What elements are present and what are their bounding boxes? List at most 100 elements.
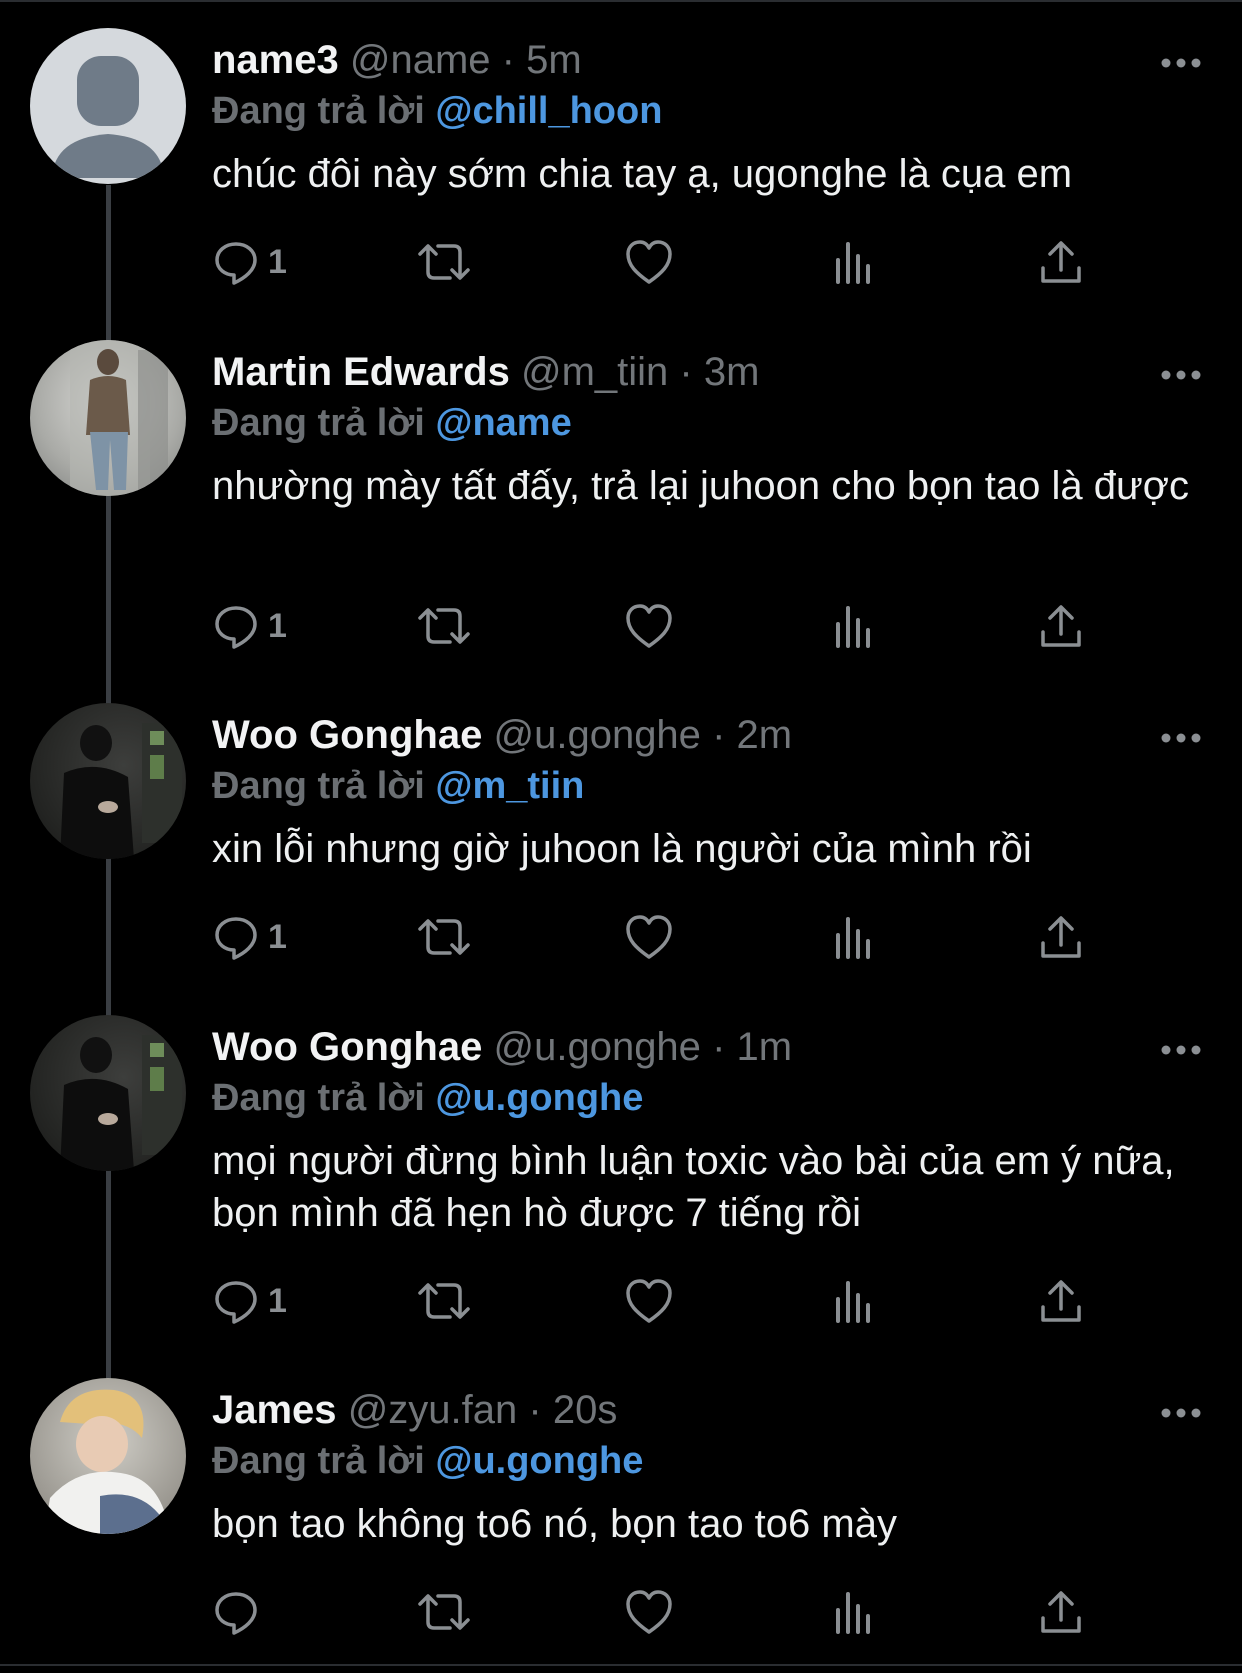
share-icon [1041,605,1081,647]
share-icon [1041,241,1081,283]
author-name[interactable]: Woo Gonghae [212,1025,482,1069]
action-bar: 1 [212,234,1112,294]
retweet-button[interactable] [416,1273,472,1329]
replying-to-label: Đang trả lời [212,1077,425,1119]
reply-button[interactable]: 1 [212,598,287,654]
more-options-icon[interactable] [1160,1406,1202,1420]
views-icon [836,606,870,648]
avatar[interactable] [30,703,186,859]
timestamp[interactable]: 20s [553,1388,618,1432]
share-button[interactable] [1038,909,1084,965]
separator-dot: · [712,713,726,757]
mention-link[interactable]: @name [435,402,571,444]
avatar[interactable] [30,340,186,496]
like-button[interactable] [624,1584,674,1640]
retweet-icon [418,919,470,955]
more-options-icon[interactable] [1160,56,1202,70]
more-options-icon[interactable] [1160,368,1202,382]
timestamp[interactable]: 2m [737,713,793,757]
author-name[interactable]: Woo Gonghae [212,713,482,757]
more-options-icon[interactable] [1160,731,1202,745]
mention-link[interactable]: @u.gonghe [435,1440,643,1482]
reply-button[interactable]: 1 [212,234,287,290]
reply-count: 1 [268,1281,287,1320]
reply-count: 1 [268,242,287,281]
action-bar [212,1584,1112,1644]
reply-button[interactable]: 1 [212,909,287,965]
views-icon [836,1592,870,1634]
reply-count: 1 [268,917,287,956]
mention-link[interactable]: @chill_hoon [435,90,662,132]
heart-icon [626,240,672,284]
retweet-button[interactable] [416,598,472,654]
reply-icon [215,242,257,285]
views-button[interactable] [834,234,876,290]
replying-to-label: Đang trả lời [212,765,425,807]
retweet-icon [418,608,470,644]
retweet-button[interactable] [416,1584,472,1640]
share-button[interactable] [1038,1584,1084,1640]
separator-dot: · [679,350,693,394]
mention-link[interactable]: @u.gonghe [435,1077,643,1119]
default-avatar-icon[interactable] [30,28,186,184]
tweet-text: bọn tao không to6 nó, bọn tao to6 mày [212,1502,897,1546]
heart-icon [626,1279,672,1323]
reply-button[interactable] [212,1584,268,1640]
timestamp[interactable]: 3m [704,350,760,394]
reply-button[interactable]: 1 [212,1273,287,1329]
retweet-icon [418,1594,470,1630]
reply-icon [215,606,257,649]
views-button[interactable] [834,598,876,654]
like-button[interactable] [624,598,674,654]
author-handle[interactable]: @u.gonghe [493,713,700,757]
separator-dot: · [501,38,515,82]
retweet-button[interactable] [416,909,472,965]
timestamp[interactable]: 1m [737,1025,793,1069]
heart-icon [626,604,672,648]
author-handle[interactable]: @name [350,38,491,82]
views-button[interactable] [834,909,876,965]
author-name[interactable]: James [212,1388,337,1432]
author-handle[interactable]: @m_tiin [521,350,668,394]
tweet-text: nhường mày tất đấy, trả lại juhoon cho b… [212,464,1189,508]
share-button[interactable] [1038,598,1084,654]
author-handle[interactable]: @zyu.fan [348,1388,518,1432]
like-button[interactable] [624,1273,674,1329]
share-icon [1041,916,1081,958]
replying-to-label: Đang trả lời [212,90,425,132]
heart-icon [626,1590,672,1634]
heart-icon [626,915,672,959]
reply-icon [215,917,257,960]
views-icon [836,1281,870,1323]
avatar[interactable] [30,1015,186,1171]
share-button[interactable] [1038,1273,1084,1329]
views-icon [836,242,870,284]
retweet-icon [418,244,470,280]
reply-icon [215,1592,257,1635]
divider [0,1664,1242,1666]
tweet-text: xin lỗi nhưng giờ juhoon là người của mì… [212,827,1032,871]
retweet-button[interactable] [416,234,472,290]
author-name[interactable]: Martin Edwards [212,350,510,394]
mention-link[interactable]: @m_tiin [435,765,584,807]
views-button[interactable] [834,1273,876,1329]
share-icon [1041,1591,1081,1633]
timestamp[interactable]: 5m [526,38,582,82]
more-options-icon[interactable] [1160,1043,1202,1057]
separator-dot: · [712,1025,726,1069]
like-button[interactable] [624,909,674,965]
avatar[interactable] [30,1378,186,1534]
reply-icon [215,1281,257,1324]
like-button[interactable] [624,234,674,290]
author-name[interactable]: name3 [212,38,339,82]
share-button[interactable] [1038,234,1084,290]
action-bar: 1 [212,598,1112,658]
replying-to-label: Đang trả lời [212,1440,425,1482]
share-icon [1041,1280,1081,1322]
tweet-text: mọi người đừng bình luận toxic vào bài c… [212,1139,1175,1235]
action-bar: 1 [212,1273,1112,1333]
author-handle[interactable]: @u.gonghe [493,1025,700,1069]
replying-to-label: Đang trả lời [212,402,425,444]
views-button[interactable] [834,1584,876,1640]
views-icon [836,917,870,959]
